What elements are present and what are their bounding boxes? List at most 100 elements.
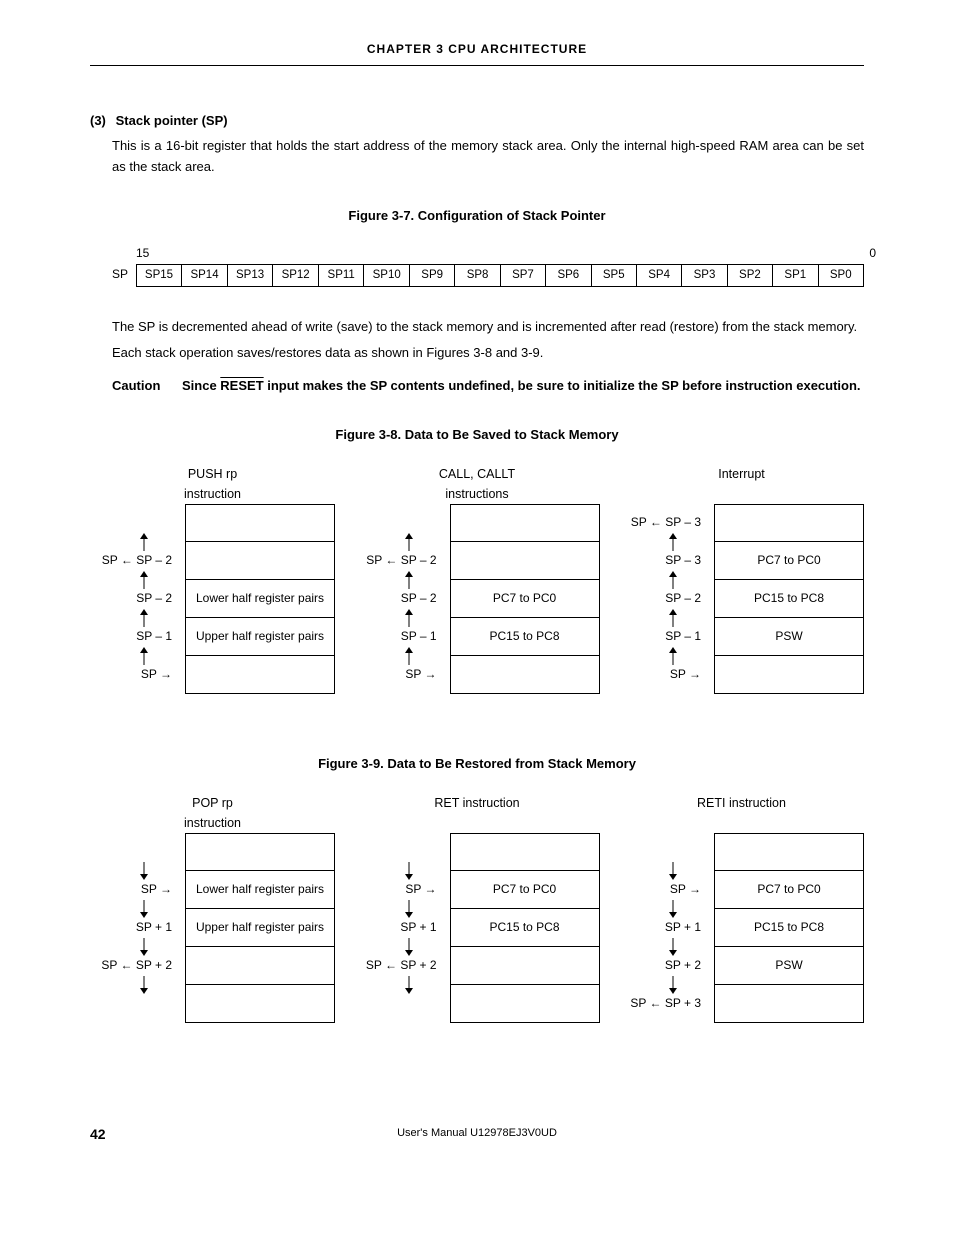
stack-pointer-label: SP → xyxy=(619,656,707,694)
diagram-heading: RETI instruction xyxy=(619,793,864,827)
figure-3-9-title: Figure 3-9. Data to Be Restored from Sta… xyxy=(90,754,864,775)
stack-cell: PSW xyxy=(715,947,863,985)
stack-pointer-label: SP – 1 xyxy=(355,618,443,656)
stack-pointer-label: SP ← SP – 3 xyxy=(619,504,707,542)
chapter-header: CHAPTER 3 CPU ARCHITECTURE xyxy=(90,40,864,66)
stack-pointer-label: SP – 1 xyxy=(619,618,707,656)
stack-pointer-label xyxy=(90,833,178,871)
stack-cell xyxy=(186,947,334,985)
caution-label: Caution xyxy=(112,376,182,397)
sp-bit-cell: SP10 xyxy=(364,264,410,286)
sp-bit-cell: SP11 xyxy=(318,264,364,286)
stack-pointer-label xyxy=(90,985,178,1023)
stack-cell xyxy=(186,985,334,1023)
sp-bit-cell: SP5 xyxy=(591,264,636,286)
section-para-3: Each stack operation saves/restores data… xyxy=(112,343,864,364)
diagram-heading: CALL, CALLTinstructions xyxy=(355,464,600,498)
sp-bits-table: SP15SP14SP13SP12SP11SP10SP9SP8SP7SP6SP5S… xyxy=(136,264,864,287)
stack-cell: PC7 to PC0 xyxy=(451,871,599,909)
stack-cell: PC15 to PC8 xyxy=(451,909,599,947)
sp-bit-cell: SP1 xyxy=(773,264,818,286)
bit-lsb-label: 0 xyxy=(869,244,876,263)
stack-cell: Upper half register pairs xyxy=(186,909,334,947)
stack-pointer-label: SP ← SP + 2 xyxy=(90,947,178,985)
stack-cell: PC7 to PC0 xyxy=(715,871,863,909)
page-number: 42 xyxy=(90,1123,150,1145)
stack-pointer-label: SP → xyxy=(90,656,178,694)
stack-pointer-label: SP ← SP – 2 xyxy=(90,542,178,580)
figure-3-7-title: Figure 3-7. Configuration of Stack Point… xyxy=(90,206,864,227)
section-number: (3) xyxy=(90,111,112,132)
stack-pointer-label: SP → xyxy=(355,871,443,909)
sp-bit-cell: SP13 xyxy=(227,264,273,286)
sp-bit-cell: SP8 xyxy=(455,264,500,286)
stack-pointer-label: SP + 1 xyxy=(355,909,443,947)
sp-bit-cell: SP0 xyxy=(818,264,864,286)
stack-cell xyxy=(451,542,599,580)
stack-pointer-label: SP + 2 xyxy=(619,947,707,985)
figure-3-8: PUSH rpinstructionLower half register pa… xyxy=(90,464,864,734)
stack-cell: Lower half register pairs xyxy=(186,580,334,618)
page-footer: 42 User's Manual U12978EJ3V0UD xyxy=(90,1123,864,1145)
stack-diagram-column: PUSH rpinstructionLower half register pa… xyxy=(90,464,335,734)
stack-pointer-label: SP ← SP – 2 xyxy=(355,542,443,580)
stack-cell: PC15 to PC8 xyxy=(715,580,863,618)
stack-cell: PC7 to PC0 xyxy=(715,542,863,580)
sp-bit-cell: SP14 xyxy=(182,264,228,286)
sp-bit-cell: SP4 xyxy=(636,264,681,286)
stack-diagram-column: CALL, CALLTinstructions PC7 to PC0PC15 to… xyxy=(355,464,600,734)
stack-cell xyxy=(715,656,863,694)
stack-cell: PC15 to PC8 xyxy=(715,909,863,947)
section-para-2: The SP is decremented ahead of write (sa… xyxy=(112,317,864,338)
caution-text: Since RESET input makes the SP contents … xyxy=(182,376,864,397)
stack-cell xyxy=(451,656,599,694)
sp-bit-cell: SP12 xyxy=(273,264,319,286)
stack-cell xyxy=(451,833,599,871)
figure-3-9: POP rpinstruction Lower half register pai… xyxy=(90,793,864,1063)
sp-register-label: SP xyxy=(112,265,136,284)
stack-pointer-label: SP – 3 xyxy=(619,542,707,580)
diagram-heading: RET instruction xyxy=(355,793,600,827)
stack-diagram-column: POP rpinstruction Lower half register pai… xyxy=(90,793,335,1063)
stack-pointer-label: SP + 1 xyxy=(619,909,707,947)
stack-pointer-label xyxy=(355,504,443,542)
caution-block: Caution Since RESET input makes the SP c… xyxy=(112,376,864,397)
figure-3-7: 15 0 SP SP15SP14SP13SP12SP11SP10SP9SP8SP… xyxy=(112,244,864,286)
stack-cell xyxy=(451,947,599,985)
diagram-heading: POP rpinstruction xyxy=(90,793,335,827)
sp-bit-cell: SP7 xyxy=(500,264,545,286)
reset-signal: RESET xyxy=(220,378,263,393)
stack-cell: Lower half register pairs xyxy=(186,871,334,909)
stack-cell xyxy=(715,504,863,542)
stack-cell xyxy=(451,985,599,1023)
stack-cell xyxy=(451,504,599,542)
stack-pointer-label: SP → xyxy=(355,656,443,694)
sp-bit-cell: SP15 xyxy=(136,264,182,286)
stack-cell xyxy=(715,833,863,871)
sp-bit-cell: SP9 xyxy=(409,264,454,286)
stack-cell xyxy=(186,542,334,580)
sp-bit-cell: SP3 xyxy=(682,264,727,286)
stack-pointer-label xyxy=(355,833,443,871)
footer-doc-id: User's Manual U12978EJ3V0UD xyxy=(150,1125,804,1143)
stack-diagram-column: Interrupt PC7 to PC0PC15 to PC8PSW SP ← SP… xyxy=(619,464,864,734)
stack-cell xyxy=(186,656,334,694)
stack-pointer-label: SP – 2 xyxy=(355,580,443,618)
diagram-heading: Interrupt xyxy=(619,464,864,498)
stack-pointer-label xyxy=(90,504,178,542)
sp-bit-cell: SP2 xyxy=(727,264,772,286)
stack-diagram-column: RET instruction PC7 to PC0PC15 to PC8SP →… xyxy=(355,793,600,1063)
section-title: Stack pointer (SP) xyxy=(116,113,228,128)
sp-bit-cell: SP6 xyxy=(546,264,591,286)
section-para-1: This is a 16-bit register that holds the… xyxy=(112,136,864,178)
stack-pointer-label xyxy=(619,833,707,871)
stack-pointer-label: SP → xyxy=(619,871,707,909)
figure-3-8-title: Figure 3-8. Data to Be Saved to Stack Me… xyxy=(90,425,864,446)
stack-cell xyxy=(186,833,334,871)
stack-cell: PC7 to PC0 xyxy=(451,580,599,618)
stack-pointer-label: SP + 1 xyxy=(90,909,178,947)
stack-cell: PSW xyxy=(715,618,863,656)
section-heading: (3) Stack pointer (SP) xyxy=(90,111,864,132)
stack-cell xyxy=(715,985,863,1023)
stack-cell: PC15 to PC8 xyxy=(451,618,599,656)
